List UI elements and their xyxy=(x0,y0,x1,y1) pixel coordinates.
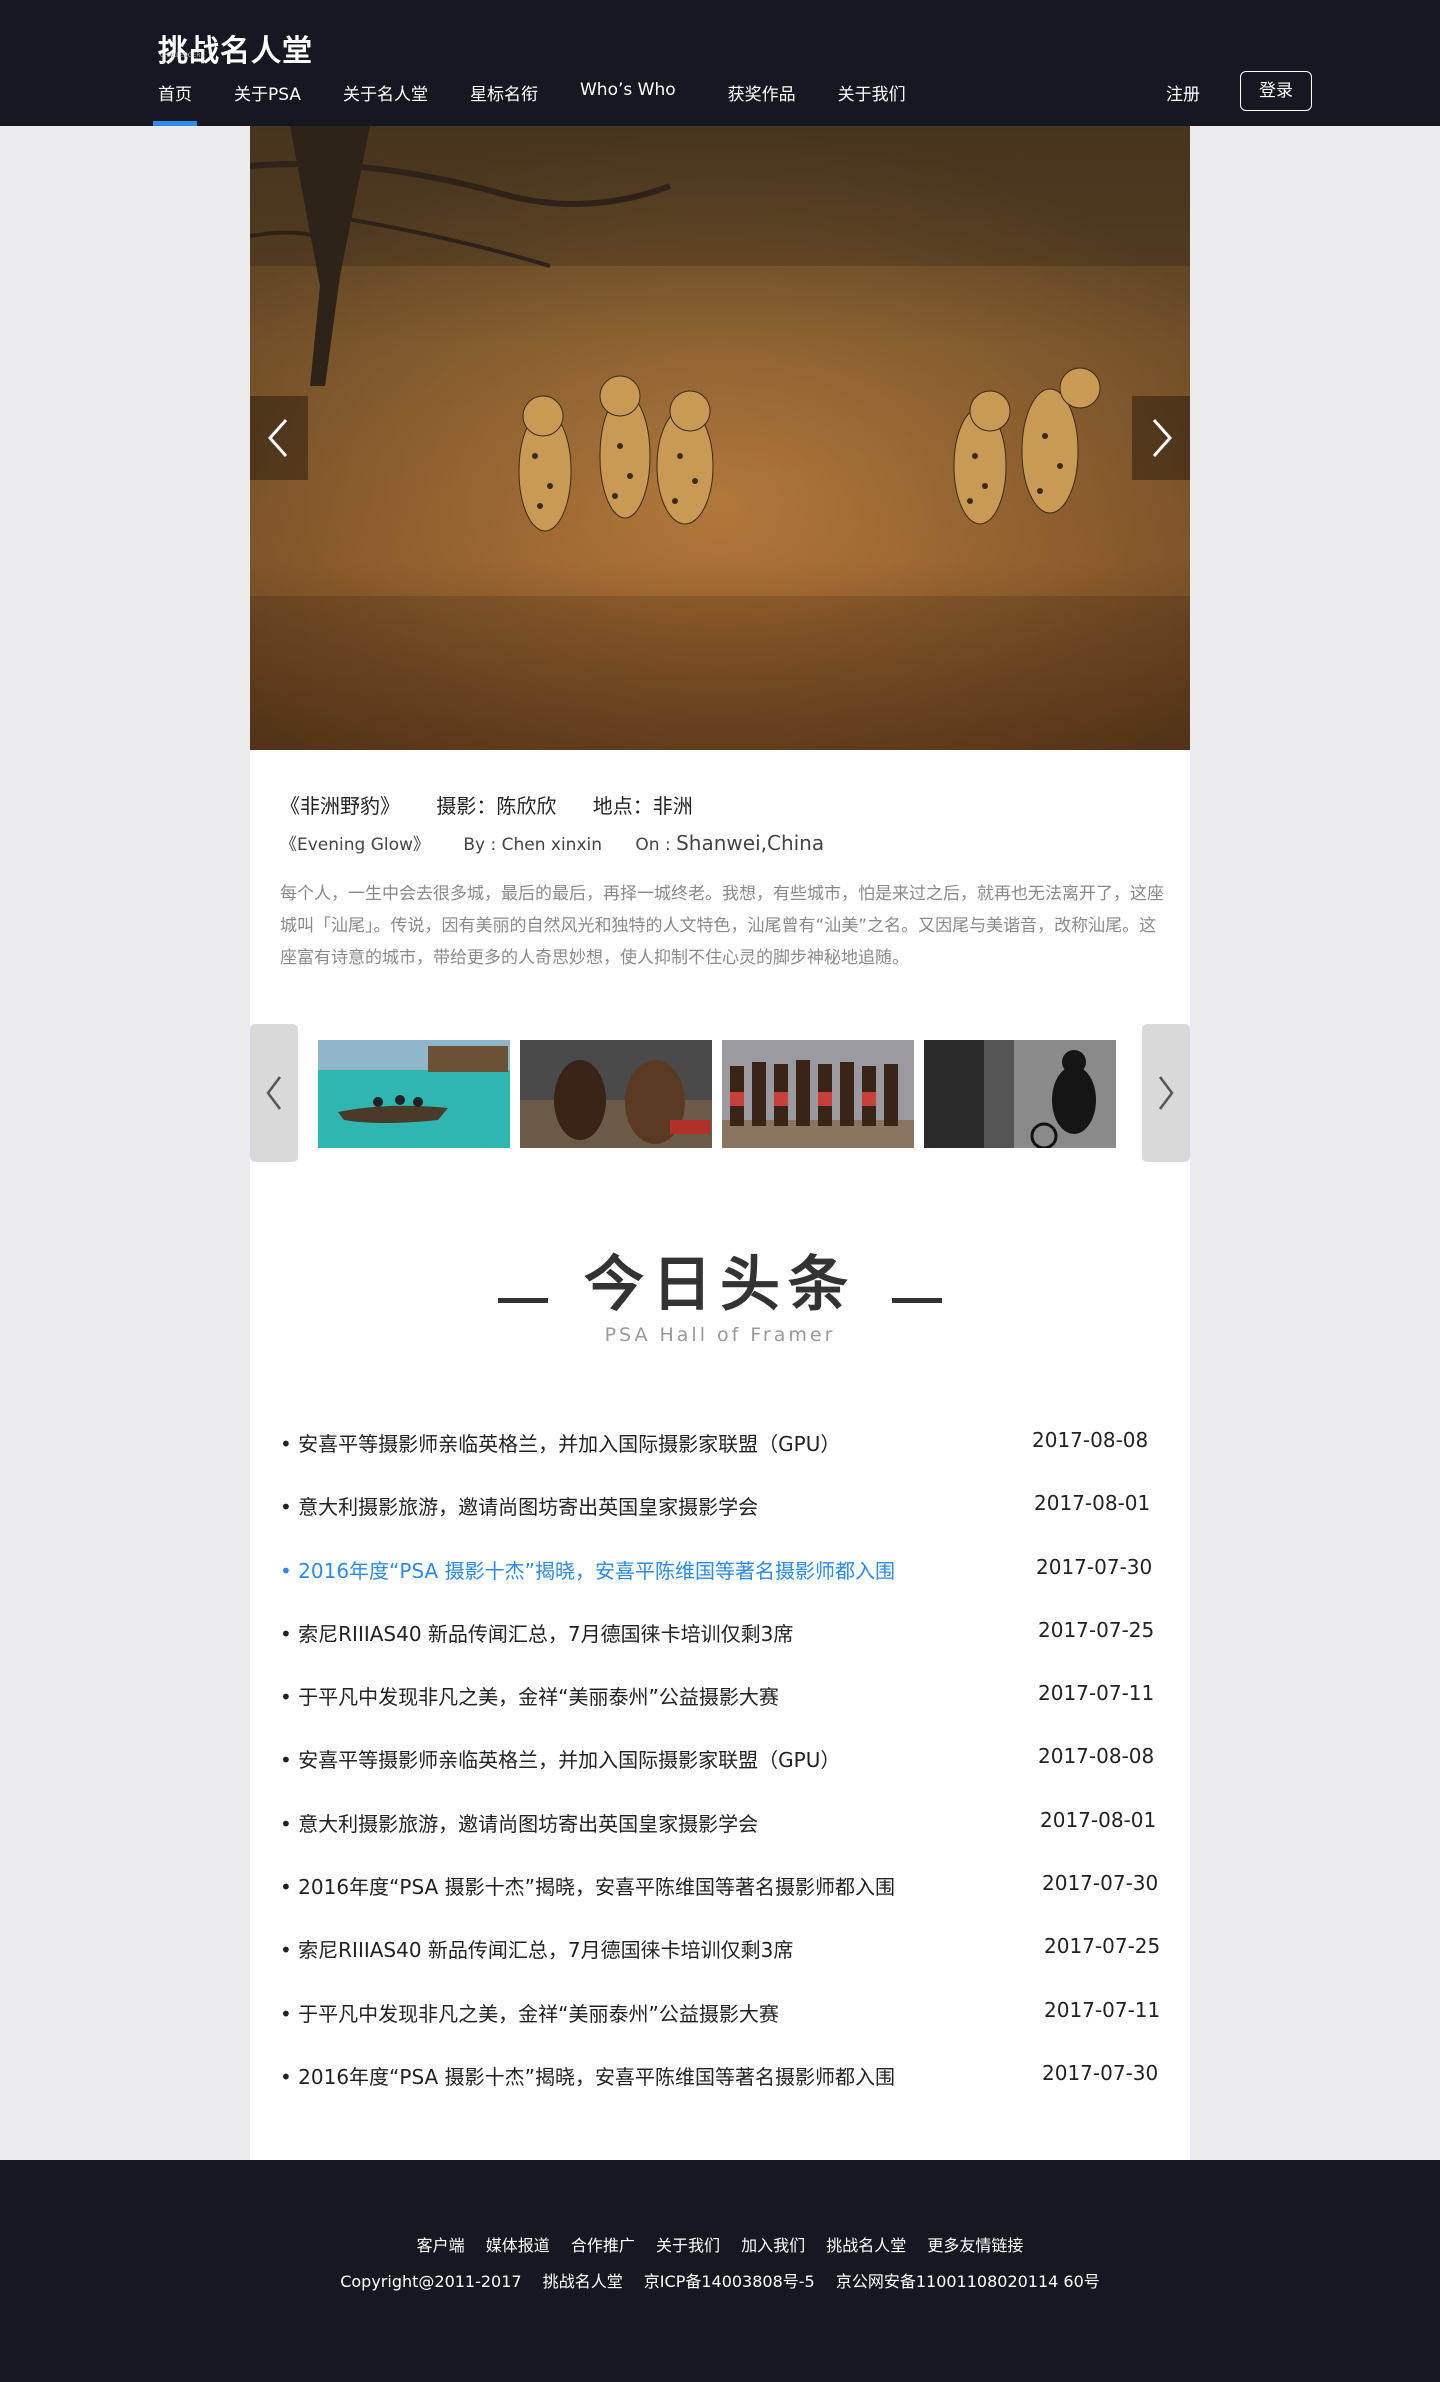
footer-copyright: Copyright@2011-2017 挑战名人堂 京ICP备14003808号… xyxy=(0,2268,1440,2292)
footer-links: 客户端 媒体报道 合作推广 关于我们 加入我们 挑战名人堂 更多友情链接 xyxy=(0,2232,1440,2256)
hero-prev-button[interactable] xyxy=(250,396,308,480)
section-subtitle: PSA Hall of Framer xyxy=(604,1324,836,1346)
news-date: 2017-07-11 xyxy=(1044,1997,1161,2022)
icp-number: 京ICP备14003808号-5 xyxy=(643,2272,815,2291)
news-date: 2017-08-01 xyxy=(1034,1491,1151,1516)
thumbnail-2[interactable] xyxy=(520,1040,712,1148)
section-title: 今日头条 xyxy=(584,1250,856,1320)
logo-subtext: CHALLENGERS xyxy=(160,52,205,59)
news-item[interactable]: • 2016年度“PSA 摄影十杰”揭晓，安喜平陈维国等著名摄影师都入围 2017… xyxy=(280,1859,1160,1922)
nav-item-about-us[interactable]: 关于我们 xyxy=(838,80,906,126)
register-link[interactable]: 注册 xyxy=(1166,80,1200,105)
photo-description: 每个人，一生中会去很多城，最后的最后，再择一城终老。我想，有些城市，怕是来过之后… xyxy=(280,884,1164,968)
nav-item-about-hall[interactable]: 关于名人堂 xyxy=(343,80,428,126)
police-number: 京公网安备11001108020114 60号 xyxy=(835,2272,1100,2291)
chevron-right-icon xyxy=(1152,419,1173,457)
news-title: • 意大利摄影旅游，邀请尚图坊寄出英国皇家摄影学会 xyxy=(280,1811,759,1836)
news-item[interactable]: • 意大利摄影旅游，邀请尚图坊寄出英国皇家摄影学会 2017-08-01 xyxy=(280,1796,1160,1859)
login-button[interactable]: 登录 xyxy=(1240,71,1312,111)
hero-photo-cheetahs xyxy=(250,126,1190,750)
copyright-text: Copyright@2011-2017 xyxy=(340,2272,522,2291)
footer-link-about-us[interactable]: 关于我们 xyxy=(656,2236,720,2255)
heading-dash-right xyxy=(892,1298,942,1303)
news-date: 2017-07-25 xyxy=(1044,1934,1161,1959)
chevron-left-icon xyxy=(266,1076,281,1110)
news-date: 2017-07-30 xyxy=(1036,1554,1153,1579)
photo-author-en: By : Chen xinxin xyxy=(463,835,602,855)
news-item[interactable]: • 2016年度“PSA 摄影十杰”揭晓，安喜平陈维国等著名摄影师都入围 2017… xyxy=(280,1543,1160,1606)
news-item[interactable]: • 意大利摄影旅游，邀请尚图坊寄出英国皇家摄影学会 2017-08-01 xyxy=(280,1479,1160,1542)
nav-item-about-psa[interactable]: 关于PSA xyxy=(234,80,301,126)
news-title: • 安喜平等摄影师亲临英格兰，并加入国际摄影家联盟（GPU） xyxy=(280,1432,841,1456)
news-item[interactable]: • 索尼RIIIAS40 新品传闻汇总，7月德国徕卡培训仅剩3席 2017-07-… xyxy=(280,1922,1160,1985)
thumbnail-image-lagoon xyxy=(318,1040,510,1148)
news-item[interactable]: • 2016年度“PSA 摄影十杰”揭晓，安喜平陈维国等著名摄影师都入围 2017… xyxy=(280,2049,1160,2112)
photo-author: 摄影：陈欣欣 xyxy=(436,794,557,818)
news-item[interactable]: • 安喜平等摄影师亲临英格兰，并加入国际摄影家联盟（GPU） 2017-08-08 xyxy=(280,1732,1160,1795)
thumbnail-image-portrait xyxy=(520,1040,712,1148)
news-date: 2017-08-01 xyxy=(1040,1807,1157,1832)
footer-link-join-us[interactable]: 加入我们 xyxy=(741,2236,805,2255)
news-title: • 2016年度“PSA 摄影十杰”揭晓，安喜平陈维国等著名摄影师都入围 xyxy=(280,2064,895,2089)
news-item[interactable]: • 索尼RIIIAS40 新品传闻汇总，7月德国徕卡培训仅剩3席 2017-07-… xyxy=(280,1606,1160,1669)
photo-place: 地点：非洲 xyxy=(592,794,693,818)
thumbnail-image-tribe xyxy=(722,1040,914,1148)
news-date: 2017-07-30 xyxy=(1042,1871,1159,1896)
footer-link-client[interactable]: 客户端 xyxy=(417,2236,465,2255)
news-title: • 安喜平等摄影师亲临英格兰，并加入国际摄影家联盟（GPU） xyxy=(280,1748,841,1773)
photo-title-en: 《Evening Glow》 xyxy=(280,835,430,855)
section-heading: 今日头条 xyxy=(250,1236,1190,1323)
thumbnail-3[interactable] xyxy=(722,1040,914,1148)
chevron-left-icon xyxy=(267,419,288,457)
nav-item-awarded-works[interactable]: 获奖作品 xyxy=(728,80,796,126)
news-item[interactable]: • 安喜平等摄影师亲临英格兰，并加入国际摄影家联盟（GPU） 2017-08-08 xyxy=(280,1416,1160,1479)
news-date: 2017-07-11 xyxy=(1038,1681,1155,1706)
main-nav: 首页 关于PSA 关于名人堂 星标名衔 Who’s Who 获奖作品 关于我们 xyxy=(153,80,948,126)
news-title: • 于平凡中发现非凡之美，金祥“美丽泰州”公益摄影大赛 xyxy=(280,2001,779,2026)
photo-place-label-en: On : xyxy=(635,835,677,855)
news-date: 2017-08-08 xyxy=(1032,1428,1149,1452)
nav-item-home[interactable]: 首页 xyxy=(153,80,197,126)
site-logo[interactable]: 挑战名人堂 CHALLENGERS xyxy=(158,26,313,70)
nav-item-star-titles[interactable]: 星标名衔 xyxy=(470,80,538,126)
news-date: 2017-08-08 xyxy=(1038,1744,1155,1769)
footer-link-cooperation[interactable]: 合作推广 xyxy=(571,2236,635,2255)
top-navbar: 挑战名人堂 CHALLENGERS 首页 关于PSA 关于名人堂 星标名衔 Wh… xyxy=(0,0,1440,126)
news-item[interactable]: • 于平凡中发现非凡之美，金祥“美丽泰州”公益摄影大赛 2017-07-11 xyxy=(280,1669,1160,1732)
thumbnail-image-cyclist xyxy=(924,1040,1116,1148)
news-title: • 索尼RIIIAS40 新品传闻汇总，7月德国徕卡培训仅剩3席 xyxy=(280,1938,794,1963)
footer-link-more-friends[interactable]: 更多友情链接 xyxy=(927,2236,1023,2255)
photo-title: 《非洲野豹》 xyxy=(280,794,400,818)
site-footer: 客户端 媒体报道 合作推广 关于我们 加入我们 挑战名人堂 更多友情链接 Cop… xyxy=(0,2160,1440,2382)
hero-next-button[interactable] xyxy=(1132,396,1190,480)
news-list: • 安喜平等摄影师亲临英格兰，并加入国际摄影家联盟（GPU） 2017-08-08… xyxy=(280,1416,1160,2112)
photo-caption-en: 《Evening Glow》 By : Chen xinxin On : Sha… xyxy=(280,830,852,855)
thumbnail-1[interactable] xyxy=(318,1040,510,1148)
heading-dash-left xyxy=(498,1298,548,1303)
news-title: • 于平凡中发现非凡之美，金祥“美丽泰州”公益摄影大赛 xyxy=(280,1685,779,1710)
news-title: • 2016年度“PSA 摄影十杰”揭晓，安喜平陈维国等著名摄影师都入围 xyxy=(280,1875,895,1900)
chevron-right-icon xyxy=(1159,1076,1174,1110)
copyright-site: 挑战名人堂 xyxy=(542,2272,623,2291)
thumbnail-strip xyxy=(250,1024,1190,1162)
photo-place-en: Shanwei,China xyxy=(676,831,825,855)
thumbnail-4[interactable] xyxy=(924,1040,1116,1148)
photo-caption-cn: 《非洲野豹》 摄影：陈欣欣 地点：非洲 xyxy=(280,790,723,819)
news-title: • 索尼RIIIAS40 新品传闻汇总，7月德国徕卡培训仅剩3席 xyxy=(280,1621,794,1646)
news-date: 2017-07-25 xyxy=(1038,1617,1155,1642)
footer-link-hall[interactable]: 挑战名人堂 xyxy=(826,2236,906,2255)
main-content: 《非洲野豹》 摄影：陈欣欣 地点：非洲 《Evening Glow》 By : … xyxy=(250,126,1190,2160)
hero-carousel xyxy=(250,126,1190,750)
news-date: 2017-07-30 xyxy=(1042,2060,1159,2085)
news-title: • 意大利摄影旅游，邀请尚图坊寄出英国皇家摄影学会 xyxy=(280,1495,759,1520)
thumbs-prev-button[interactable] xyxy=(250,1024,298,1162)
footer-link-media[interactable]: 媒体报道 xyxy=(486,2236,550,2255)
thumbs-next-button[interactable] xyxy=(1142,1024,1190,1162)
news-title: • 2016年度“PSA 摄影十杰”揭晓，安喜平陈维国等著名摄影师都入围 xyxy=(280,1558,895,1583)
news-item[interactable]: • 于平凡中发现非凡之美，金祥“美丽泰州”公益摄影大赛 2017-07-11 xyxy=(280,1986,1160,2049)
nav-item-whos-who[interactable]: Who’s Who xyxy=(580,80,676,126)
